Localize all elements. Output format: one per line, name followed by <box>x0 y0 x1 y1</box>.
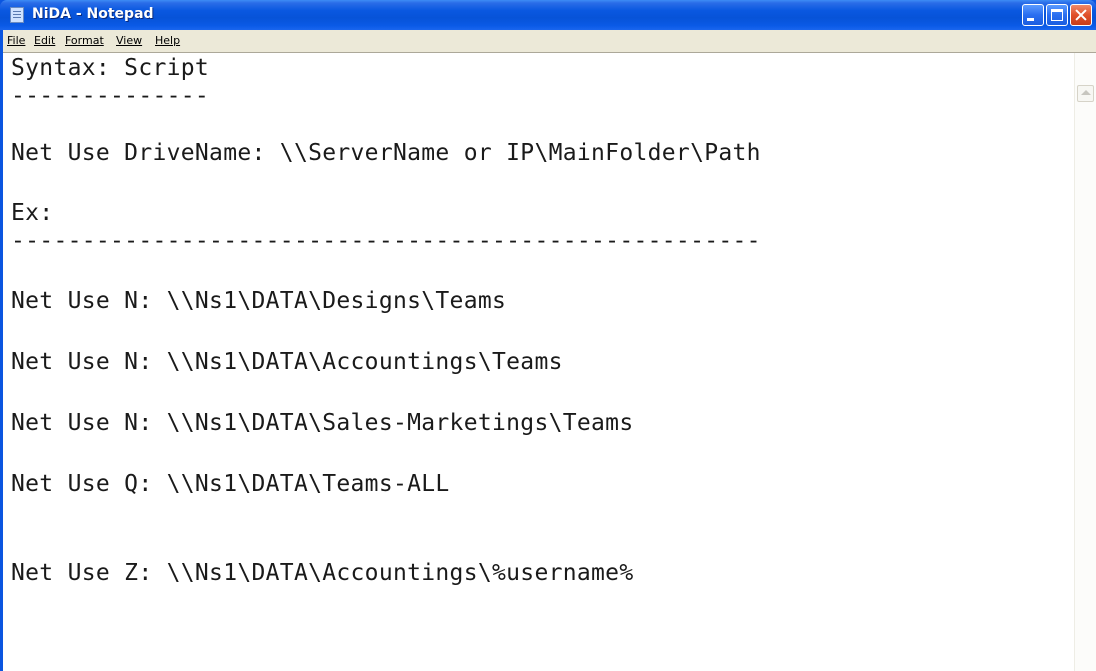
notepad-window: NiDA - Notepad File Edit Format View Hel… <box>0 0 1096 671</box>
menu-file[interactable]: File <box>7 34 25 47</box>
window-title: NiDA - Notepad <box>32 6 154 22</box>
maximize-icon <box>1051 9 1063 21</box>
minimize-icon <box>1027 18 1034 21</box>
menu-edit[interactable]: Edit <box>34 34 55 47</box>
editor-line: Net Use Q: \\Ns1\DATA\Teams-ALL <box>11 471 450 497</box>
editor-line: Syntax: Script <box>11 55 210 81</box>
editor-line: Ex: <box>11 200 54 226</box>
editor-line: Net Use N: \\Ns1\DATA\Designs\Teams <box>11 288 507 314</box>
editor-text[interactable]: Syntax: Script -------------- Net Use Dr… <box>11 53 1051 586</box>
maximize-button[interactable] <box>1046 4 1068 26</box>
title-bar[interactable]: NiDA - Notepad <box>0 0 1096 30</box>
menu-view[interactable]: View <box>116 34 142 47</box>
editor-line: Net Use N: \\Ns1\DATA\Sales-Marketings\T… <box>11 410 634 436</box>
vertical-scrollbar[interactable] <box>1074 53 1096 671</box>
menu-format[interactable]: Format <box>65 34 104 47</box>
editor-line: ----------------------------------------… <box>11 228 761 254</box>
editor-line: -------------- <box>11 83 210 109</box>
menu-help[interactable]: Help <box>155 34 180 47</box>
editor-line: Net Use DriveName: \\ServerName or IP\Ma… <box>11 140 761 166</box>
text-editor[interactable]: Syntax: Script -------------- Net Use Dr… <box>3 52 1096 671</box>
menu-bar: File Edit Format View Help <box>3 30 1096 52</box>
editor-line: Net Use Z: \\Ns1\DATA\Accountings\%usern… <box>11 560 634 586</box>
minimize-button[interactable] <box>1022 4 1044 26</box>
editor-line: Net Use N: \\Ns1\DATA\Accountings\Teams <box>11 349 563 375</box>
close-icon <box>1071 5 1091 25</box>
notepad-icon[interactable] <box>10 7 24 23</box>
scroll-up-arrow-icon[interactable] <box>1077 85 1094 102</box>
close-button[interactable] <box>1070 4 1092 26</box>
